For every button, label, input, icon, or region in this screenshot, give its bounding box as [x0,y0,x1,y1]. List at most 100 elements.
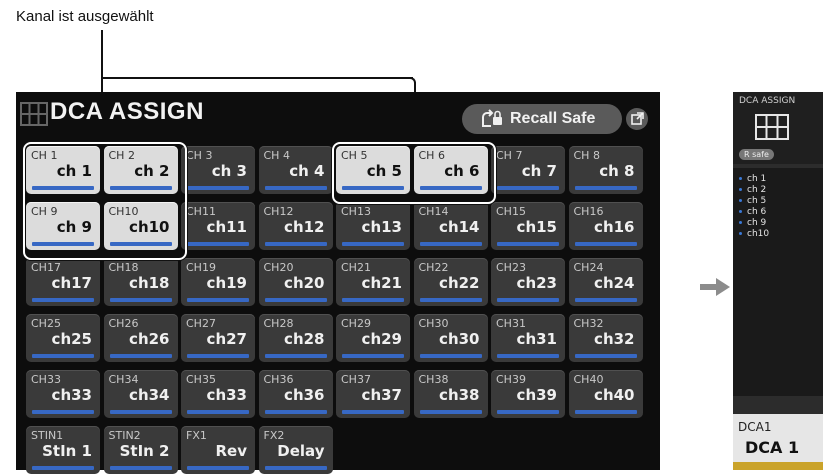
channel-number: CH38 [418,373,449,386]
assigned-channel-item: ch10 [739,229,823,240]
channel-button[interactable]: CH 7 ch 7 [491,146,565,194]
channel-name: ch11 [206,218,247,236]
arrow-right-icon [700,278,730,296]
channel-button[interactable]: CH25 ch25 [26,314,100,362]
channel-button[interactable]: CH29 ch29 [336,314,410,362]
recall-safe-button[interactable]: Recall Safe [462,104,622,134]
channel-name: ch37 [361,386,402,404]
channel-button[interactable]: CH39 ch39 [491,370,565,418]
channel-name: ch27 [206,330,247,348]
selection-highlight [23,142,187,260]
channel-number: CH39 [496,373,526,386]
channel-color-bar [497,186,559,190]
channel-color-bar [419,298,482,302]
channel-button[interactable]: CH27 ch27 [181,314,255,362]
channel-number: CH 4 [263,149,290,162]
dca-name-panel[interactable]: DCA1 DCA 1 [733,414,823,470]
bullet-icon [739,232,742,235]
channel-number: CH37 [341,373,371,386]
channel-color-bar [342,354,404,358]
channel-button[interactable]: CH34 ch34 [103,370,178,418]
channel-color-bar [109,410,172,414]
bullet-icon [739,221,742,224]
channel-color-bar [342,298,404,302]
channel-name: ch13 [361,218,402,236]
channel-name: ch12 [284,218,325,236]
channel-button[interactable]: FX1 Rev [181,426,255,474]
channel-button[interactable]: CH18 ch18 [103,258,178,306]
channel-name: ch17 [51,274,92,292]
channel-color-bar [419,242,482,246]
channel-button[interactable]: CH33 ch33 [26,370,100,418]
channel-button[interactable]: CH30 ch30 [413,314,488,362]
channel-number: CH18 [108,261,139,274]
channel-color-bar [187,186,249,190]
channel-button[interactable]: STIN2 StIn 2 [103,426,178,474]
channel-button[interactable]: CH16 ch16 [568,202,643,250]
channel-name: ch36 [284,386,325,404]
channel-button[interactable]: CH11 ch11 [181,202,255,250]
dca-strip-header[interactable]: DCA ASSIGN R safe [733,92,823,164]
channel-color-bar [187,354,249,358]
channel-name: ch 3 [211,162,247,180]
channel-number: CH26 [108,317,139,330]
channel-button[interactable]: CH13 ch13 [336,202,410,250]
assigned-channel-label: ch 2 [747,185,767,195]
channel-number: CH29 [341,317,371,330]
channel-color-bar [264,354,327,358]
channel-button[interactable]: CH31 ch31 [491,314,565,362]
channel-name: ch40 [594,386,635,404]
grid-icon [20,102,48,126]
channel-button[interactable]: CH36 ch36 [258,370,333,418]
channel-color-bar [497,410,559,414]
channel-button[interactable]: CH 4 ch 4 [258,146,333,194]
channel-button[interactable]: CH22 ch22 [413,258,488,306]
channel-button[interactable]: CH28 ch28 [258,314,333,362]
channel-button[interactable]: CH38 ch38 [413,370,488,418]
channel-button[interactable]: CH32 ch32 [568,314,643,362]
channel-color-bar [187,410,249,414]
channel-name: ch39 [516,386,557,404]
channel-button[interactable]: FX2 Delay [258,426,333,474]
channel-button[interactable]: CH15 ch15 [491,202,565,250]
channel-name: ch26 [129,330,170,348]
channel-number: CH34 [108,373,139,386]
channel-button[interactable]: CH 8 ch 8 [568,146,643,194]
assigned-channel-item: ch 9 [739,218,823,229]
channel-button[interactable]: CH14 ch14 [413,202,488,250]
channel-button[interactable]: STIN1 StIn 1 [26,426,100,474]
channel-name: ch 8 [599,162,635,180]
channel-name: ch30 [439,330,480,348]
channel-button[interactable]: CH17 ch17 [26,258,100,306]
assigned-channel-label: ch10 [747,229,770,239]
channel-button[interactable]: CH21 ch21 [336,258,410,306]
channel-number: CH16 [573,205,604,218]
page-title: DCA ASSIGN [50,98,204,125]
channel-button[interactable]: CH23 ch23 [491,258,565,306]
popout-icon[interactable] [626,108,648,130]
assigned-channel-label: ch 1 [747,174,767,184]
channel-number: CH24 [573,261,604,274]
channel-color-bar [264,298,327,302]
channel-name: StIn 2 [119,442,170,460]
assigned-channel-item: ch 2 [739,185,823,196]
channel-color-bar [32,354,94,358]
channel-button[interactable]: CH12 ch12 [258,202,333,250]
bullet-icon [739,188,742,191]
channel-name: ch29 [361,330,402,348]
channel-name: ch16 [594,218,635,236]
channel-button[interactable]: CH20 ch20 [258,258,333,306]
channel-button[interactable]: CH 3 ch 3 [181,146,255,194]
channel-name: ch34 [129,386,170,404]
channel-button[interactable]: CH24 ch24 [568,258,643,306]
channel-button[interactable]: CH37 ch37 [336,370,410,418]
channel-button[interactable]: CH26 ch26 [103,314,178,362]
assigned-channel-item: ch 5 [739,196,823,207]
channel-button[interactable]: CH19 ch19 [181,258,255,306]
channel-color-bar [497,354,559,358]
channel-button[interactable]: CH40 ch40 [568,370,643,418]
channel-button[interactable]: CH35 ch33 [181,370,255,418]
channel-number: STIN2 [108,429,141,442]
channel-number: CH32 [573,317,604,330]
assigned-channel-label: ch 9 [747,218,767,228]
